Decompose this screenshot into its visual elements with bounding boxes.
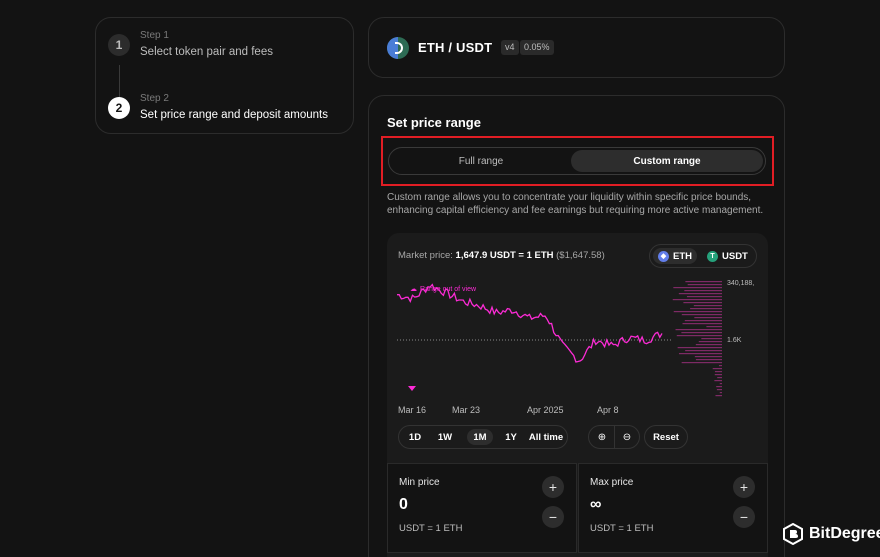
max-price-minus-button[interactable]: − [733,506,755,528]
liquidity-bar [673,287,722,289]
liquidity-bar [686,296,722,298]
step-2[interactable]: 2 Step 2 Set price range and deposit amo… [108,93,328,123]
chart-card: Market price: 1,647.9 USDT = 1 ETH ($1,6… [387,233,768,557]
mid-value-label: 1.6K [727,337,742,344]
liquidity-bar [695,359,722,361]
pair-card: ETH / USDT v4 0.05% [368,17,785,78]
price-range-card: Set price range Full range Custom range … [368,95,785,557]
time-all-button[interactable]: All time [527,429,565,445]
price-series-line [397,283,663,363]
x-label-4: Apr 8 [597,405,619,415]
bitdegree-icon [783,523,803,545]
min-price-minus-button[interactable]: − [542,506,564,528]
zoom-in-icon[interactable]: ⊕ [592,429,612,445]
pair-logo-icon [387,37,409,59]
liquidity-bar [714,371,722,373]
liquidity-bar [684,320,722,322]
liquidity-bar [719,392,722,394]
step-2-title: Set price range and deposit amounts [140,109,328,121]
min-price-label: Min price [399,477,440,488]
liquidity-bar [673,311,722,313]
bitdegree-label: BitDegree [809,525,880,542]
liquidity-bars [672,281,722,397]
time-1y-button[interactable]: 1Y [499,429,523,445]
min-price-box: Min price 0 USDT = 1 ETH + − [387,463,577,553]
liquidity-bar [676,335,722,337]
step-1[interactable]: 1 Step 1 Select token pair and fees [108,30,273,60]
step-1-label: Step 1 [140,30,169,41]
max-price-label: Max price [590,477,634,488]
liquidity-bar [698,341,722,343]
step-1-title: Select token pair and fees [140,46,273,58]
section-title: Set price range [387,115,481,130]
range-marker-icon [408,386,416,391]
liquidity-bar [685,350,722,352]
max-price-unit: USDT = 1 ETH [590,523,654,534]
liquidity-bar [684,290,722,292]
liquidity-bar [681,332,722,334]
reset-button[interactable]: Reset [644,425,688,449]
zoom-out-icon[interactable]: ⊖ [617,429,637,445]
liquidity-bar [714,380,722,382]
liquidity-bar [681,362,722,364]
liquidity-bar [712,368,722,370]
liquidity-bar [693,305,722,307]
liquidity-bar [714,374,722,376]
range-out-of-view-label: Range out of view [420,286,477,293]
range-out-of-view-icon: ☁ [410,286,417,293]
step-2-label: Step 2 [140,93,169,104]
time-1d-button[interactable]: 1D [403,429,427,445]
liquidity-bar [701,338,722,340]
full-range-button[interactable]: Full range [391,150,571,172]
liquidity-bar [716,389,722,391]
liquidity-bar [690,308,722,310]
liquidity-bar [718,365,722,367]
min-price-unit: USDT = 1 ETH [399,523,463,534]
liquidity-bar [683,302,722,304]
liquidity-bar [678,293,722,295]
liquidity-bar [682,323,722,325]
liquidity-bar [706,326,722,328]
range-toggle: Full range Custom range [388,147,766,175]
liquidity-bar [715,395,722,397]
price-chart[interactable]: ☁ Range out of view 340,188, 1.6K [387,233,768,423]
time-range-group: 1D 1W 1M 1Y All time [398,425,568,449]
liquidity-bar [719,383,722,385]
range-description: Custom range allows you to concentrate y… [387,192,764,216]
liquidity-bar [685,281,722,283]
step-1-number: 1 [108,34,130,56]
liquidity-bar [694,317,722,319]
version-badge: v4 [501,40,519,55]
pair-title: ETH / USDT [418,40,493,55]
top-value-label: 340,188, [727,280,754,287]
liquidity-bar [677,347,722,349]
max-price-plus-button[interactable]: + [733,476,755,498]
x-label-1: Mar 16 [398,405,427,415]
liquidity-bar [694,356,722,358]
x-label-2: Mar 23 [452,405,481,415]
liquidity-bar [687,284,722,286]
liquidity-bar [716,386,722,388]
liquidity-bar [678,353,722,355]
liquidity-bar [681,314,722,316]
steps-card: 1 Step 1 Select token pair and fees 2 St… [95,17,354,134]
liquidity-bar [717,377,722,379]
liquidity-bar [675,329,722,331]
bitdegree-logo: BitDegree [783,523,880,545]
min-price-plus-button[interactable]: + [542,476,564,498]
liquidity-bar [695,344,722,346]
step-2-number: 2 [108,97,130,119]
x-label-3: Apr 2025 [527,405,564,415]
zoom-group: ⊕ ⊖ [588,425,640,449]
fee-badge: 0.05% [520,40,554,55]
min-price-value[interactable]: 0 [399,496,408,514]
max-price-box: Max price ∞ USDT = 1 ETH + − [578,463,768,553]
liquidity-bar [672,299,722,301]
time-1w-button[interactable]: 1W [433,429,457,445]
max-price-value[interactable]: ∞ [590,496,601,514]
time-1m-button[interactable]: 1M [467,429,493,445]
custom-range-button[interactable]: Custom range [571,150,763,172]
